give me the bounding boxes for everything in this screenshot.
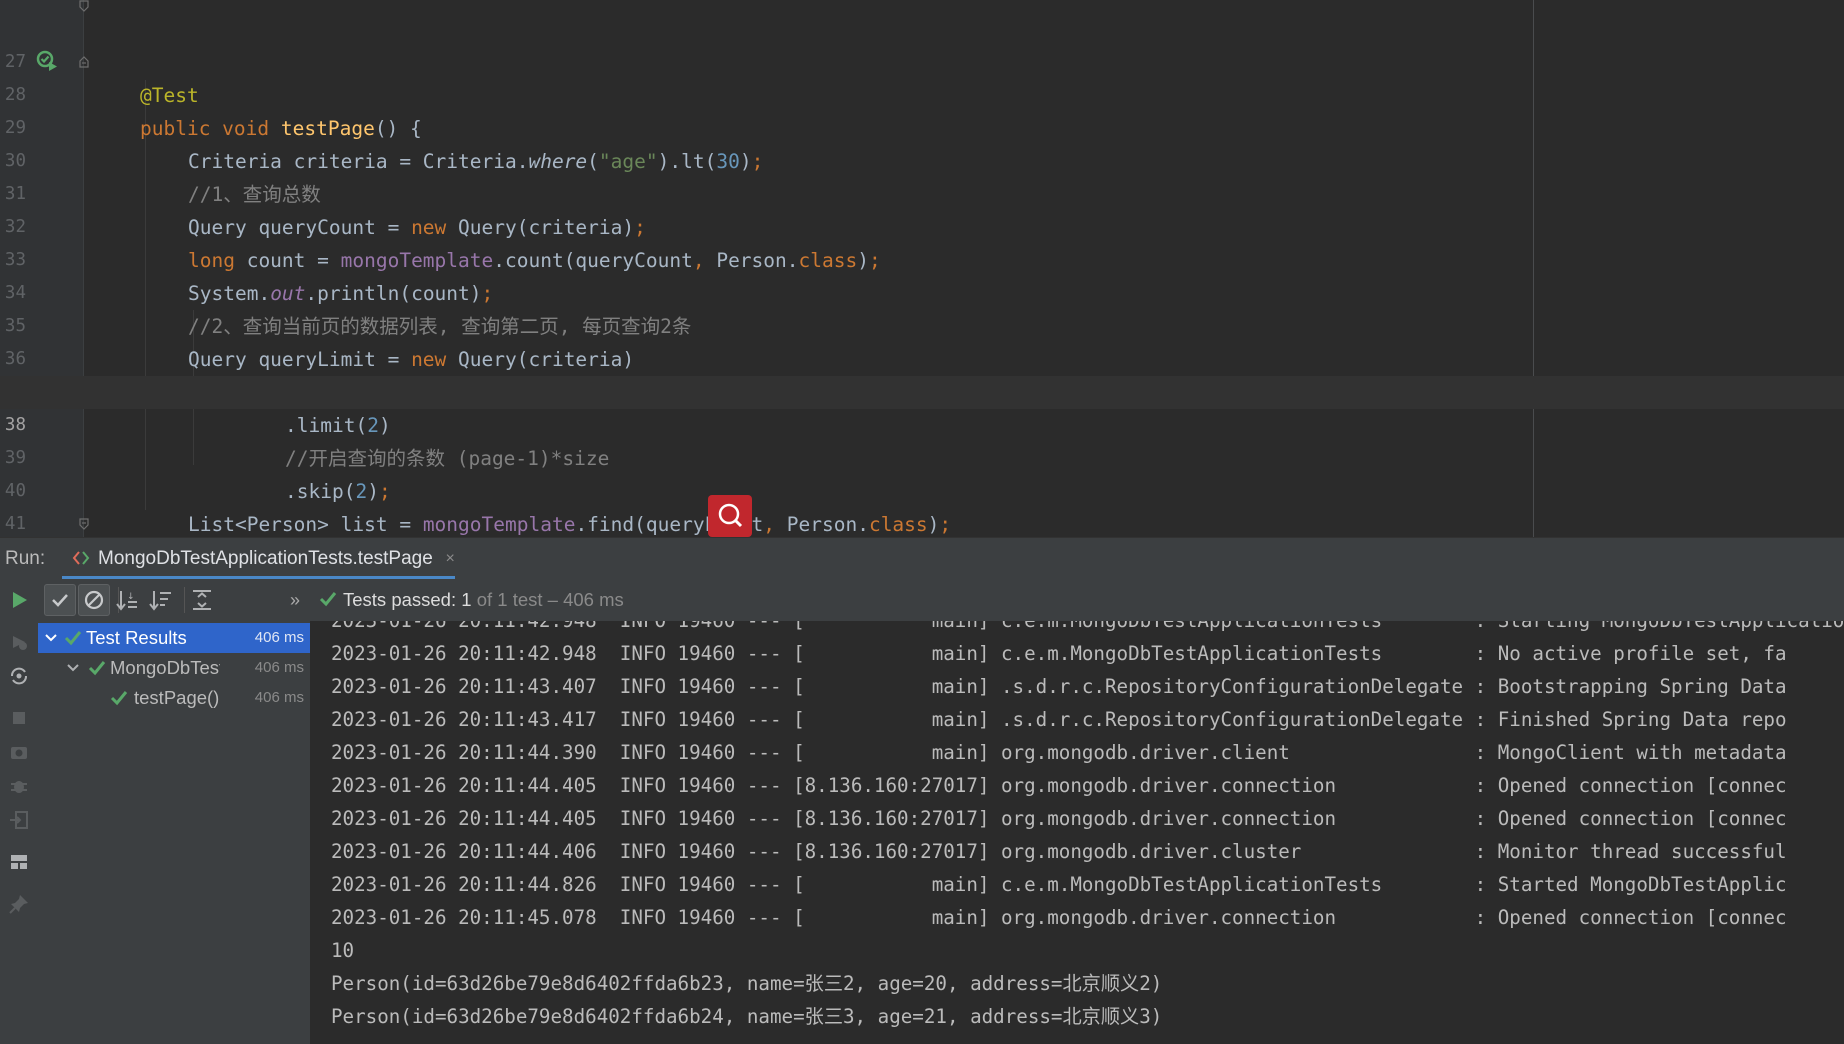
console-line: Person(id=63d26be79e8d6402ffda6b24, name… bbox=[331, 1005, 1163, 1028]
sort-alpha-icon: ↓ bbox=[116, 591, 137, 611]
check-passed-icon bbox=[64, 631, 82, 646]
run-label: Run: bbox=[5, 548, 46, 569]
code-line[interactable]: 29 Criteria criteria = Criteria.where("a… bbox=[0, 79, 1844, 173]
show-ignored-button[interactable] bbox=[78, 584, 110, 616]
console-output[interactable]: 2023-01-26 20:11:42.948 INFO 19460 --- [… bbox=[311, 621, 1844, 1044]
show-passed-button[interactable] bbox=[44, 584, 76, 616]
code-line[interactable]: 28 public void testPage() { bbox=[0, 46, 1844, 140]
check-passed-icon bbox=[319, 592, 337, 607]
tree-node-duration: 406 ms bbox=[254, 629, 304, 646]
close-tab-icon[interactable]: × bbox=[445, 538, 454, 580]
code-line[interactable]: 32 long count = mongoTemplate.count(quer… bbox=[0, 178, 1844, 272]
rerun-failed-icon[interactable] bbox=[8, 631, 30, 653]
console-line: 2023-01-26 20:11:42.948 INFO 19460 --- [… bbox=[331, 642, 1787, 665]
pin-icon[interactable] bbox=[8, 893, 30, 915]
tree-node-duration: 406 ms bbox=[254, 659, 304, 676]
run-config-tab[interactable]: MongoDbTestApplicationTests.testPage × bbox=[62, 538, 455, 580]
snapshot-icon[interactable] bbox=[8, 741, 30, 763]
tree-node-test-method[interactable]: testPage() 406 ms bbox=[38, 683, 310, 713]
rerun-icon[interactable] bbox=[8, 589, 30, 611]
fold-start-icon[interactable] bbox=[78, 56, 90, 68]
fold-end-icon[interactable] bbox=[78, 0, 90, 12]
run-test-passed-icon[interactable] bbox=[36, 50, 58, 72]
tree-node-test-class[interactable]: MongoDbTestApplicationTests 406 ms bbox=[38, 653, 310, 683]
toggle-auto-test-icon[interactable] bbox=[8, 665, 30, 687]
code-editor[interactable]: 27 @Test 28 public void testPage() { 29 … bbox=[0, 0, 1844, 537]
expand-all-button[interactable] bbox=[186, 584, 218, 616]
tree-node-label: MongoDbTestApplicationTests bbox=[110, 657, 220, 678]
sort-alphabetically-button[interactable]: ↓ bbox=[112, 584, 144, 616]
toolbar-separator bbox=[184, 587, 185, 613]
code-line[interactable]: 42 } bbox=[0, 508, 1844, 537]
console-line: 2023-01-26 20:11:44.406 INFO 19460 --- [… bbox=[331, 840, 1787, 863]
chevron-down-icon[interactable] bbox=[43, 630, 59, 646]
console-line: Person(id=63d26be79e8d6402ffda6b23, name… bbox=[331, 972, 1163, 995]
code-line[interactable]: 36 //设置每页查询条数 bbox=[0, 310, 1844, 404]
tree-node-label: Test Results bbox=[86, 627, 187, 648]
svg-text:↓: ↓ bbox=[127, 592, 135, 602]
stop-icon[interactable] bbox=[8, 707, 30, 729]
run-tool-window-header: Run: MongoDbTestApplicationTests.testPag… bbox=[0, 537, 1844, 580]
toolbar-overflow[interactable]: » bbox=[290, 579, 300, 621]
code-line[interactable]: 40 List<Person> list = mongoTemplate.fin… bbox=[0, 442, 1844, 536]
ignored-icon bbox=[84, 590, 104, 610]
check-passed-icon bbox=[88, 661, 106, 676]
import-tests-icon[interactable] bbox=[8, 809, 30, 831]
console-line: 2023-01-26 20:11:45.078 INFO 19460 --- [… bbox=[331, 906, 1787, 929]
console-line: 2023-01-26 20:11:44.390 INFO 19460 --- [… bbox=[331, 741, 1787, 764]
code-line[interactable]: 34 //2、查询当前页的数据列表, 查询第二页, 每页查询2条 bbox=[0, 244, 1844, 338]
run-tab-title: MongoDbTestApplicationTests.testPage bbox=[98, 548, 433, 569]
tests-status-suffix: of 1 test – 406 ms bbox=[476, 589, 624, 610]
console-line: 10 bbox=[331, 939, 355, 962]
debug-icon[interactable] bbox=[8, 775, 30, 797]
code-line[interactable]: 37 .limit(2) bbox=[0, 343, 1844, 437]
magnifier-icon bbox=[718, 503, 743, 528]
test-runner-toolbar: ↓ » Tests passed: 1 of 1 test – 406 ms bbox=[38, 579, 1844, 621]
code-line-current[interactable]: 38 //开启查询的条数 (page-1)*size bbox=[0, 376, 1844, 470]
code-line[interactable]: 35 Query queryLimit = new Query(criteria… bbox=[0, 277, 1844, 371]
tests-status: Tests passed: 1 of 1 test – 406 ms bbox=[318, 579, 624, 621]
sort-by-duration-button[interactable] bbox=[145, 584, 177, 616]
test-results-tree: Test Results 406 ms MongoDbTestApplicati… bbox=[38, 621, 311, 1044]
code-line[interactable]: 39 .skip(2); bbox=[0, 409, 1844, 503]
floating-search-button[interactable] bbox=[708, 495, 752, 537]
console-line: 2023-01-26 20:11:44.405 INFO 19460 --- [… bbox=[331, 807, 1787, 830]
console-line: 2023-01-26 20:11:42.948 INFO 19460 --- [… bbox=[331, 621, 1844, 637]
console-line: 2023-01-26 20:11:43.417 INFO 19460 --- [… bbox=[331, 708, 1787, 731]
code-line[interactable]: 30 //1、查询总数 bbox=[0, 112, 1844, 206]
fold-end-icon[interactable] bbox=[78, 518, 90, 530]
run-side-toolbar bbox=[0, 579, 39, 1044]
tree-node-test-results[interactable]: Test Results 406 ms bbox=[38, 623, 310, 653]
sort-duration-icon bbox=[149, 591, 171, 611]
code-line[interactable]: 27 @Test bbox=[0, 13, 1844, 107]
layout-icon[interactable] bbox=[8, 851, 30, 873]
code-line[interactable]: 41 list.forEach(System.out::println); bbox=[0, 475, 1844, 534]
console-line: 2023-01-26 20:11:44.405 INFO 19460 --- [… bbox=[331, 774, 1787, 797]
code-line[interactable]: 33 System.out.println(count); bbox=[0, 211, 1844, 305]
checkmark-icon bbox=[52, 594, 68, 607]
test-class-icon bbox=[72, 551, 90, 565]
expand-all-icon bbox=[193, 590, 211, 610]
console-line: 2023-01-26 20:11:44.826 INFO 19460 --- [… bbox=[331, 873, 1787, 896]
code-line[interactable]: 31 Query queryCount = new Query(criteria… bbox=[0, 145, 1844, 239]
console-line: 2023-01-26 20:11:43.407 INFO 19460 --- [… bbox=[331, 675, 1787, 698]
tree-node-label: testPage() bbox=[134, 687, 220, 708]
tests-status-count: 1 bbox=[461, 589, 472, 610]
check-passed-icon bbox=[110, 691, 128, 706]
tests-status-prefix: Tests passed: bbox=[343, 589, 457, 610]
chevron-down-icon[interactable] bbox=[65, 660, 81, 676]
tree-node-duration: 406 ms bbox=[254, 689, 304, 706]
